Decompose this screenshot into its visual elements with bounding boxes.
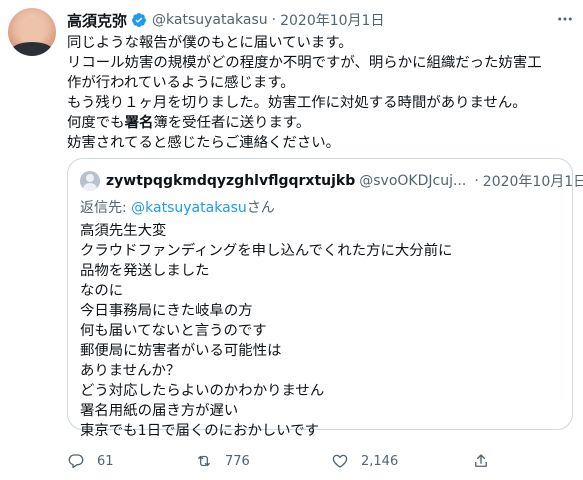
header-separator: · (271, 12, 277, 28)
author-name[interactable]: 高須克弥 (67, 10, 127, 31)
quoted-text-line: どう対応したらよいのかわかりません (80, 383, 325, 399)
tweet-text-fragment: 簿を受任者に送ります。 (153, 115, 311, 131)
quoted-text-line: 今日事務局にきた岐阜の方 (80, 303, 253, 319)
quoted-tweet-date[interactable]: 2020年10月1日 (483, 171, 583, 191)
tweet-text-fragment: 何度でも (67, 115, 125, 131)
default-profile-body (83, 183, 97, 191)
quoted-header-separator: · (474, 173, 479, 189)
verified-badge-icon (131, 12, 147, 28)
quoted-text-line: 郵便局に妨害者がいる可能性は (80, 343, 282, 359)
reply-to-mention[interactable]: @katsuyatakasu (131, 200, 247, 216)
quoted-author-handle[interactable]: @svoOKDJcuj... (359, 173, 466, 189)
tweet-text: 同じような報告が僕のもとに届いています。 リコール妨害の規模がどの程度か不明です… (67, 33, 575, 153)
more-icon[interactable] (556, 10, 574, 28)
author-avatar[interactable] (8, 8, 56, 56)
tweet-text-line: もう残り１ヶ月を切りました。妨害工作に対処する時間がありません。 (67, 95, 527, 111)
tweet-text-line: リコール妨害の規模がどの程度か不明ですが、明らかに組織だった妨害工 (67, 55, 542, 71)
tweet-text-line: 何度でも署名簿を受任者に送ります。 (67, 113, 575, 133)
quoted-text-line: 東京でも1日で届くのにおかしいです (80, 423, 319, 439)
quoted-text-line: クラウドファンディングを申し込んでくれた方に大分前に (80, 243, 453, 259)
quoted-text-line: 何も届いてないと言うのです (80, 323, 267, 339)
quoted-tweet-header: zywtpqgkmdqyzghlvflgqrxtujkb @svoOKDJcuj… (80, 171, 583, 191)
quoted-text-line: 署名用紙の届き方が遅い (80, 403, 239, 419)
tweet-text-bold: 署名 (124, 115, 154, 131)
like-count: 2,146 (361, 453, 399, 469)
quoted-text-line: 高須先生大変 (80, 223, 167, 239)
quoted-author-avatar[interactable] (80, 171, 100, 191)
retweet-button[interactable]: 776 (195, 452, 250, 470)
tweet-date[interactable]: 2020年10月1日 (280, 10, 384, 30)
quoted-tweet[interactable]: zywtpqgkmdqyzghlvflgqrxtujkb @svoOKDJcuj… (67, 158, 583, 439)
reply-icon (68, 454, 84, 469)
share-icon (475, 454, 487, 467)
quoted-tweet-text: 高須先生大変 クラウドファンディングを申し込んでくれた方に大分前に 品物を発送し… (80, 221, 452, 441)
avatar-suit (10, 42, 54, 56)
tweet-text-line: 同じような報告が僕のもとに届いています。 (67, 35, 353, 51)
reply-to-suffix: さん (246, 200, 275, 216)
quoted-text-line: ありませんか？ (80, 363, 181, 379)
like-button[interactable]: 2,146 (331, 452, 398, 470)
author-handle[interactable]: @katsuyatakasu (152, 12, 268, 28)
tweet-header: 高須克弥 @katsuyatakasu · 2020年10月1日 (67, 8, 384, 32)
reply-button[interactable]: 61 (67, 452, 114, 470)
quoted-author-name[interactable]: zywtpqgkmdqyzghlvflgqrxtujkb (106, 173, 355, 189)
quoted-text-line: 品物を発送しました (80, 263, 210, 279)
default-profile-head (86, 174, 94, 182)
share-button[interactable] (472, 452, 490, 470)
reply-count: 61 (97, 453, 114, 469)
tweet: 高須克弥 @katsuyatakasu · 2020年10月1日 同じような報告… (0, 0, 583, 480)
tweet-text-line: 妨害されてると感じたらご連絡ください。 (67, 135, 340, 151)
retweet-count: 776 (225, 453, 250, 469)
quoted-text-line: なのに (80, 283, 124, 299)
retweet-icon (198, 455, 210, 467)
like-icon (332, 454, 348, 468)
tweet-text-line: 作が行われているように感じます。 (67, 75, 295, 91)
reply-to-prefix: 返信先: (80, 200, 132, 216)
reply-to: 返信先: @katsuyatakasuさん (80, 197, 275, 217)
tweet-actions: 61 776 2,146 (67, 452, 507, 474)
